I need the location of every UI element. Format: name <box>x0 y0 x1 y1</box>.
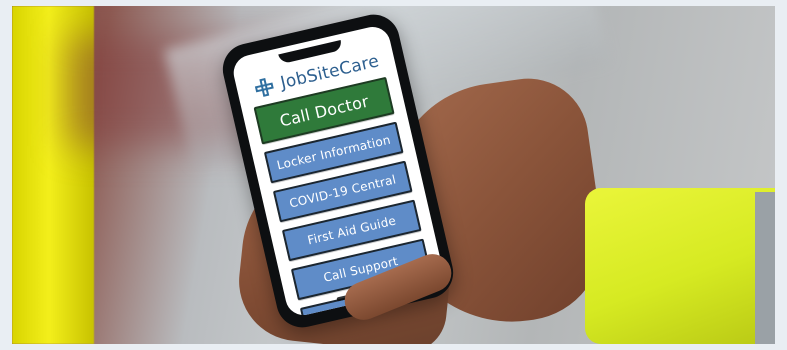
reflective-band <box>755 192 775 344</box>
hi-vis-sleeve <box>585 188 775 344</box>
photo-frame: JobSiteCare Call Doctor Locker Informati… <box>12 6 775 344</box>
medical-cross-icon <box>251 74 277 100</box>
